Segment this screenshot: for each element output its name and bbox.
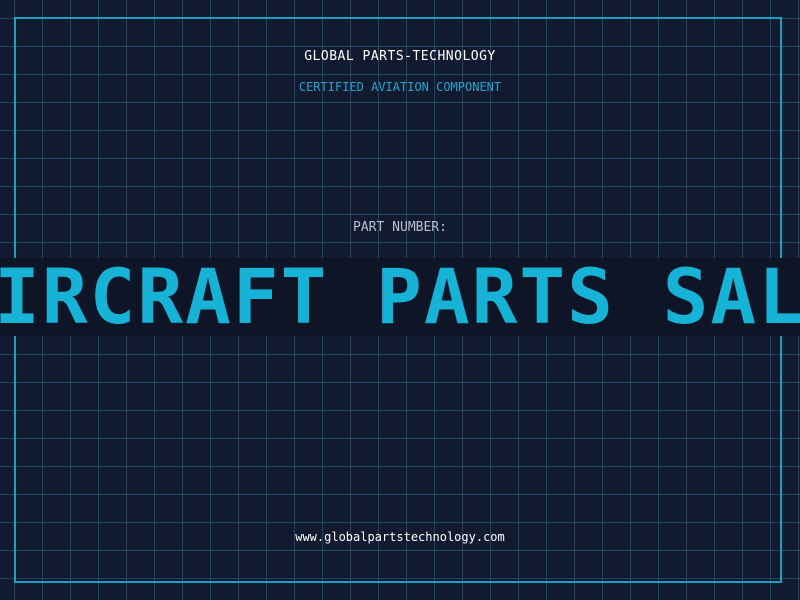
- company-name: GLOBAL PARTS-TECHNOLOGY: [304, 49, 496, 64]
- label-canvas: GLOBAL PARTS-TECHNOLOGY CERTIFIED AVIATI…: [0, 0, 800, 600]
- part-number-label: PART NUMBER:: [353, 220, 447, 235]
- part-number-value: AIRCRAFT PARTS SALE: [0, 252, 800, 341]
- tagline: CERTIFIED AVIATION COMPONENT: [298, 80, 502, 94]
- website-url: www.globalpartstechnology.com: [295, 530, 505, 544]
